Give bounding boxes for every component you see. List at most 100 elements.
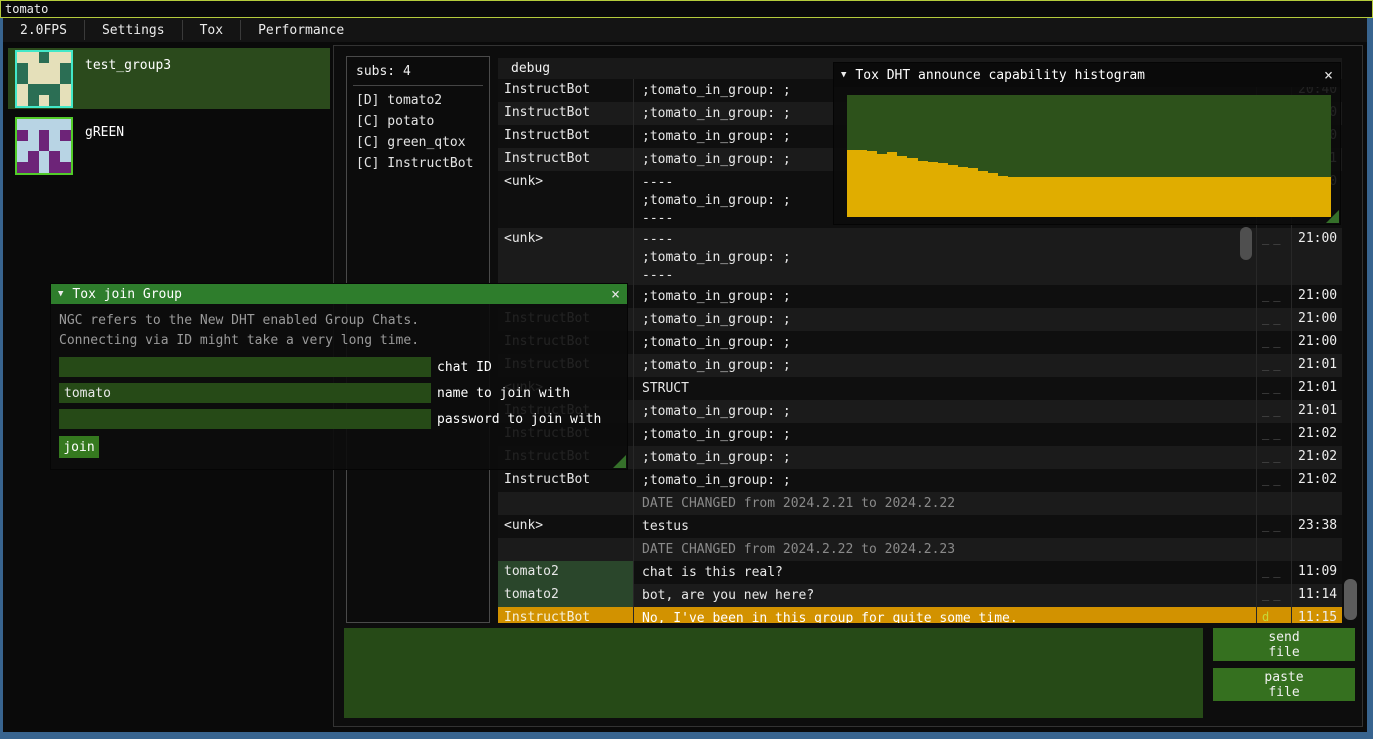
- os-titlebar[interactable]: tomato: [0, 0, 1373, 18]
- close-icon[interactable]: ×: [611, 287, 620, 301]
- message-text: chat is this real?: [633, 561, 1256, 584]
- message-time: 23:38: [1291, 515, 1341, 538]
- histogram-bar: [948, 165, 958, 217]
- paste-file-button[interactable]: paste file: [1213, 668, 1355, 701]
- avatar-pixel: [17, 84, 28, 95]
- histogram-bar: [1170, 177, 1180, 217]
- join-name-input[interactable]: [59, 383, 431, 403]
- avatar-pixel: [28, 162, 39, 173]
- message-sender: InstructBot: [498, 79, 633, 102]
- avatar-pixel: [17, 95, 28, 106]
- histogram-bar: [907, 158, 917, 217]
- join-button[interactable]: join: [59, 436, 99, 458]
- histogram-bar: [988, 173, 998, 217]
- avatar-pixel: [17, 141, 28, 152]
- message-marks: __: [1256, 446, 1291, 469]
- message-time: 21:02: [1291, 423, 1341, 446]
- message-row[interactable]: <unk>testus__23:38: [498, 515, 1342, 538]
- histogram-bar: [958, 167, 968, 217]
- histogram-bar: [1270, 177, 1280, 217]
- group-item-gREEN[interactable]: gREEN: [8, 115, 330, 173]
- message-row[interactable]: InstructBotNo, I've been in this group f…: [498, 607, 1342, 623]
- avatar-pixel: [39, 130, 50, 141]
- avatar-pixel: [28, 141, 39, 152]
- message-marks: __: [1256, 354, 1291, 377]
- message-row[interactable]: InstructBot;tomato_in_group: ;__21:02: [498, 469, 1342, 492]
- message-sender: tomato2: [498, 584, 633, 607]
- menu-item-settings[interactable]: Settings: [85, 18, 182, 42]
- histogram-bar: [1230, 177, 1240, 217]
- chat-scrollbar[interactable]: [1344, 579, 1357, 620]
- message-input[interactable]: [344, 628, 1203, 718]
- message-time: 21:02: [1291, 446, 1341, 469]
- histogram-bar: [867, 151, 877, 217]
- message-text: ;tomato_in_group: ;: [633, 446, 1256, 469]
- message-row[interactable]: tomato2bot, are you new here?__11:14: [498, 584, 1342, 607]
- main-content: test_group3gREEN subs: 4 [D] tomato2[C] …: [0, 42, 1373, 739]
- histogram-bar: [877, 154, 887, 217]
- menu-item-performance[interactable]: Performance: [241, 18, 361, 42]
- histogram-bar: [1260, 177, 1270, 217]
- message-marks: __: [1256, 285, 1291, 308]
- group-avatar: [15, 117, 73, 175]
- close-icon[interactable]: ×: [1324, 68, 1333, 82]
- member-item[interactable]: [C] potato: [347, 111, 489, 132]
- avatar-pixel: [28, 74, 39, 85]
- avatar-pixel: [60, 74, 71, 85]
- menu-item-2-0fps[interactable]: 2.0FPS: [3, 18, 84, 42]
- message-time: 21:01: [1291, 400, 1341, 423]
- avatar-pixel: [17, 74, 28, 85]
- message-time: 21:00: [1291, 285, 1341, 308]
- message-marks: __: [1256, 400, 1291, 423]
- message-marks: __: [1256, 377, 1291, 400]
- member-item[interactable]: [C] green_qtox: [347, 132, 489, 153]
- histogram-bar: [1149, 177, 1159, 217]
- separator: [353, 85, 483, 86]
- histogram-bar: [998, 176, 1008, 217]
- message-marks: __: [1256, 584, 1291, 607]
- message-row[interactable]: DATE CHANGED from 2024.2.22 to 2024.2.23: [498, 538, 1342, 561]
- histogram-bar: [1200, 177, 1210, 217]
- join-group-titlebar[interactable]: ▼ Tox join Group ×: [51, 284, 627, 304]
- collapse-triangle-icon[interactable]: ▼: [58, 289, 63, 299]
- message-marks: d_: [1256, 607, 1291, 623]
- group-item-test_group3[interactable]: test_group3: [8, 48, 330, 109]
- message-row[interactable]: <unk>---- ;tomato_in_group: ; ----__21:0…: [498, 228, 1342, 285]
- collapse-triangle-icon[interactable]: ▼: [841, 70, 846, 80]
- avatar-pixel: [60, 151, 71, 162]
- message-row[interactable]: tomato2chat is this real?__11:09: [498, 561, 1342, 584]
- message-sender: <unk>: [498, 228, 633, 285]
- histogram-bar: [1079, 177, 1089, 217]
- send-file-button[interactable]: send file: [1213, 628, 1355, 661]
- message-row[interactable]: DATE CHANGED from 2024.2.21 to 2024.2.22: [498, 492, 1342, 515]
- os-window-title: tomato: [5, 2, 48, 16]
- avatar-pixel: [49, 84, 60, 95]
- menu-item-tox[interactable]: Tox: [183, 18, 240, 42]
- avatar-pixel: [28, 119, 39, 130]
- message-cell-scrollbar[interactable]: [1240, 227, 1252, 260]
- histogram-bar: [847, 150, 857, 217]
- resize-grip[interactable]: [613, 455, 626, 468]
- dht-histogram-titlebar[interactable]: ▼ Tox DHT announce capability histogram …: [834, 63, 1340, 87]
- chat-id-input[interactable]: [59, 357, 431, 377]
- member-item[interactable]: [C] InstructBot: [347, 153, 489, 174]
- message-time: 11:09: [1291, 561, 1341, 584]
- message-time: 11:15: [1291, 607, 1341, 623]
- resize-grip[interactable]: [1326, 210, 1339, 223]
- avatar-pixel: [28, 84, 39, 95]
- histogram-bar: [1159, 177, 1169, 217]
- group-name: test_group3: [85, 58, 171, 109]
- histogram-bar: [1089, 177, 1099, 217]
- histogram-bar: [1008, 177, 1018, 217]
- message-text: No, I've been in this group for quite so…: [633, 607, 1256, 623]
- message-time: 21:00: [1291, 308, 1341, 331]
- join-password-input[interactable]: [59, 409, 431, 429]
- avatar-pixel: [49, 151, 60, 162]
- message-marks: __: [1256, 331, 1291, 354]
- avatar-pixel: [60, 84, 71, 95]
- member-item[interactable]: [D] tomato2: [347, 90, 489, 111]
- message-text: ---- ;tomato_in_group: ; ----: [633, 228, 1256, 285]
- histogram-bar: [1129, 177, 1139, 217]
- message-time: 21:01: [1291, 354, 1341, 377]
- message-sender: [498, 492, 633, 515]
